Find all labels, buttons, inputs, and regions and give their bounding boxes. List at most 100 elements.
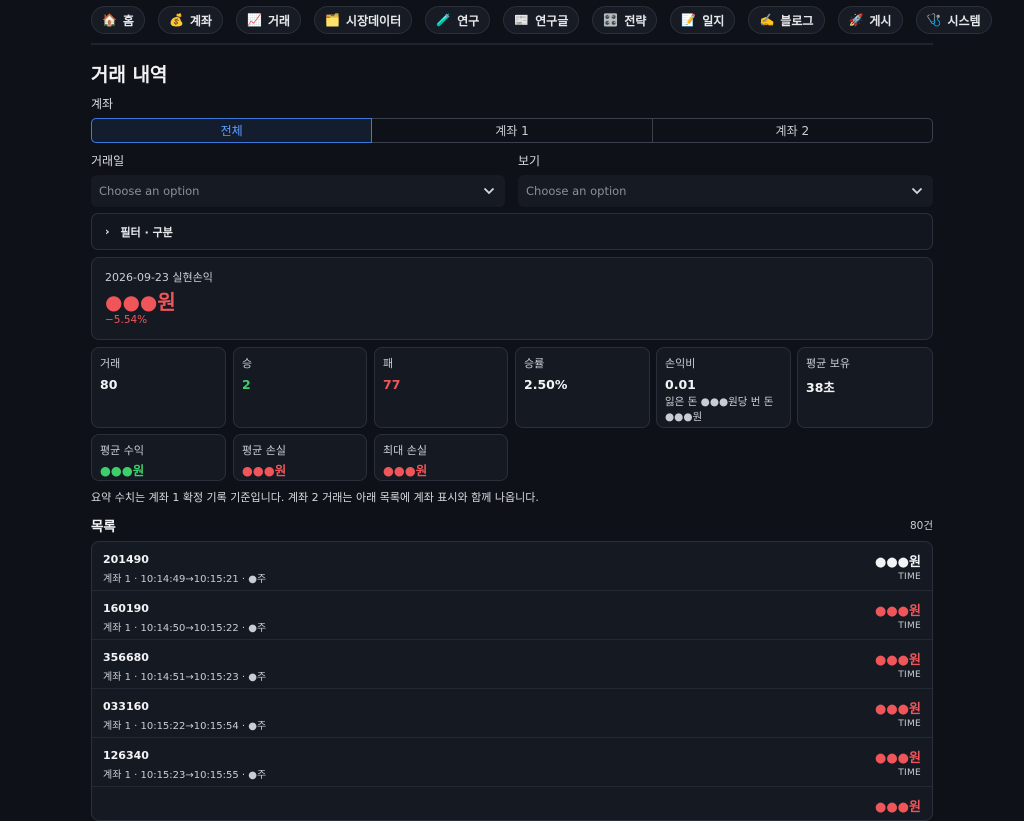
stethoscope-icon: 🩺 <box>926 13 942 27</box>
stat-label: 거래 <box>100 357 121 370</box>
house-icon: 🏠 <box>102 13 117 27</box>
stat-card-avg-loss: 평균 손실 ●●●원 <box>233 434 367 481</box>
folder-icon: 🗂️ <box>325 13 341 27</box>
stat-value: 2 <box>242 377 251 392</box>
nav-system[interactable]: 🩺 시스템 <box>915 6 992 34</box>
nav-account[interactable]: 💰 계좌 <box>158 6 224 34</box>
pnl-percent: −5.54% <box>105 314 148 326</box>
stat-card-max-loss: 최대 손실 ●●●원 <box>374 434 508 481</box>
trade-date-label: 거래일 <box>91 154 125 168</box>
nav-label: 연구글 <box>535 13 569 28</box>
nav-label: 게시 <box>869 13 892 28</box>
nav-label: 계좌 <box>189 13 213 28</box>
trade-amount: ●●●원 <box>875 702 921 717</box>
view-placeholder: Choose an option <box>526 184 627 198</box>
nav-trades[interactable]: 📈 거래 <box>236 6 302 34</box>
account-segmented-control: 전체 계좌 1 계좌 2 <box>91 118 933 143</box>
stat-card-losses: 패 77 <box>374 347 508 428</box>
summary-note: 요약 수치는 계좌 1 확정 기록 기준입니다. 계좌 2 거래는 아래 목록에… <box>91 491 539 504</box>
stat-value: 77 <box>383 377 401 392</box>
memo-icon: 📝 <box>681 13 697 27</box>
stat-card-wins: 승 2 <box>233 347 367 428</box>
nav-label: 일지 <box>702 13 725 28</box>
newspaper-icon: 📰 <box>514 13 530 27</box>
trade-list: 201490 계좌 1 · 10:14:49→10:15:21 · ●주 ●●●… <box>91 541 933 821</box>
nav-research[interactable]: 🧪 연구 <box>425 6 491 34</box>
nav-journal[interactable]: 📝 일지 <box>670 6 736 34</box>
trade-meta: 계좌 1 · 10:15:23→10:15:55 · ●주 <box>103 770 267 781</box>
stat-card-avg-hold: 평균 보유 38초 <box>797 347 933 428</box>
list-item[interactable]: 160190 계좌 1 · 10:14:50→10:15:22 · ●주 ●●●… <box>92 591 932 640</box>
list-title: 목록 <box>91 519 116 535</box>
exit-tag: TIME <box>898 670 921 680</box>
nav-label: 블로그 <box>780 13 814 28</box>
stat-value: 2.50% <box>524 377 568 392</box>
stat-label: 평균 손실 <box>242 444 286 457</box>
trade-amount: ●●●원 <box>875 751 921 766</box>
stat-card-trades: 거래 80 <box>91 347 226 428</box>
nav-blog[interactable]: ✍️ 블로그 <box>748 6 825 34</box>
nav-research-posts[interactable]: 📰 연구글 <box>503 6 580 34</box>
list-item[interactable]: 033160 계좌 1 · 10:15:22→10:15:54 · ●주 ●●●… <box>92 689 932 738</box>
stat-value: 0.01 <box>665 377 696 392</box>
page-title: 거래 내역 <box>91 64 168 86</box>
trade-meta: 계좌 1 · 10:15:22→10:15:54 · ●주 <box>103 721 267 732</box>
list-item[interactable]: 356680 계좌 1 · 10:14:51→10:15:23 · ●주 ●●●… <box>92 640 932 689</box>
pnl-amount: ●●●원 <box>105 290 176 314</box>
stat-value: ●●●원 <box>100 463 145 478</box>
list-item[interactable]: 201490 계좌 1 · 10:14:49→10:15:21 · ●주 ●●●… <box>92 542 932 591</box>
nav-home[interactable]: 🏠 홈 <box>91 6 145 34</box>
nav-label: 거래 <box>268 13 291 28</box>
filter-expander-label: 필터 · 구분 <box>120 225 173 239</box>
list-item[interactable]: ●●●원 <box>92 787 932 820</box>
stock-code: 033160 <box>103 700 149 713</box>
nav-label: 시장데이터 <box>346 13 402 28</box>
trade-amount: ●●●원 <box>875 800 921 815</box>
rocket-icon: 🚀 <box>848 13 864 27</box>
stat-label: 손익비 <box>665 357 696 370</box>
stat-card-avg-gain: 평균 수익 ●●●원 <box>91 434 226 481</box>
nav-publish[interactable]: 🚀 게시 <box>837 6 903 34</box>
chevron-down-icon <box>911 187 923 195</box>
trade-date-placeholder: Choose an option <box>99 184 200 198</box>
exit-tag: TIME <box>898 572 921 582</box>
stock-code: 126340 <box>103 749 149 762</box>
nav-strategy[interactable]: 🎛️ 전략 <box>592 6 658 34</box>
stock-code: 160190 <box>103 602 149 615</box>
stat-value: ●●●원 <box>383 463 428 478</box>
filter-expander[interactable]: › 필터 · 구분 <box>91 213 933 250</box>
account-option-1[interactable]: 계좌 1 <box>372 118 653 143</box>
nav-label: 시스템 <box>947 13 981 28</box>
stat-card-win-rate: 승률 2.50% <box>515 347 650 428</box>
chevron-down-icon <box>483 187 495 195</box>
list-count: 80건 <box>909 520 933 532</box>
chart-icon: 📈 <box>247 13 262 27</box>
pnl-date-label: 2026-09-23 실현손익 <box>105 271 213 284</box>
stat-label: 승률 <box>524 357 545 370</box>
trade-meta: 계좌 1 · 10:14:51→10:15:23 · ●주 <box>103 672 267 683</box>
list-item[interactable]: 126340 계좌 1 · 10:15:23→10:15:55 · ●주 ●●●… <box>92 738 932 787</box>
nav-divider <box>91 43 933 45</box>
trade-amount: ●●●원 <box>875 555 921 570</box>
test-tube-icon: 🧪 <box>436 13 452 27</box>
top-nav: 🏠 홈 💰 계좌 📈 거래 🗂️ 시장데이터 🧪 연구 📰 연구글 🎛️ 전략 📝 일지 ✍️ 블로그 🚀 게시 🩺 시스… <box>91 6 1024 36</box>
stock-code: 201490 <box>103 553 149 566</box>
realized-pnl-panel: 2026-09-23 실현손익 ●●●원 −5.54% <box>91 257 933 340</box>
view-select[interactable]: Choose an option <box>518 175 933 207</box>
view-label: 보기 <box>518 154 541 168</box>
exit-tag: TIME <box>898 768 921 778</box>
trade-amount: ●●●원 <box>875 604 921 619</box>
stat-subtext: 잃은 돈 ●●●원당 번 돈 ●●●원 <box>665 396 774 423</box>
stock-code: 356680 <box>103 651 149 664</box>
stat-label: 승 <box>242 357 253 370</box>
stat-label: 평균 수익 <box>100 444 144 457</box>
account-option-all[interactable]: 전체 <box>91 118 373 143</box>
stat-value: 80 <box>100 377 118 392</box>
nav-market-data[interactable]: 🗂️ 시장데이터 <box>314 6 413 34</box>
account-label: 계좌 <box>91 97 114 111</box>
stat-value: 38초 <box>806 380 835 395</box>
account-option-2[interactable]: 계좌 2 <box>652 118 933 143</box>
chevron-right-icon: › <box>105 225 110 238</box>
trade-meta: 계좌 1 · 10:14:50→10:15:22 · ●주 <box>103 623 267 634</box>
trade-date-select[interactable]: Choose an option <box>91 175 505 207</box>
